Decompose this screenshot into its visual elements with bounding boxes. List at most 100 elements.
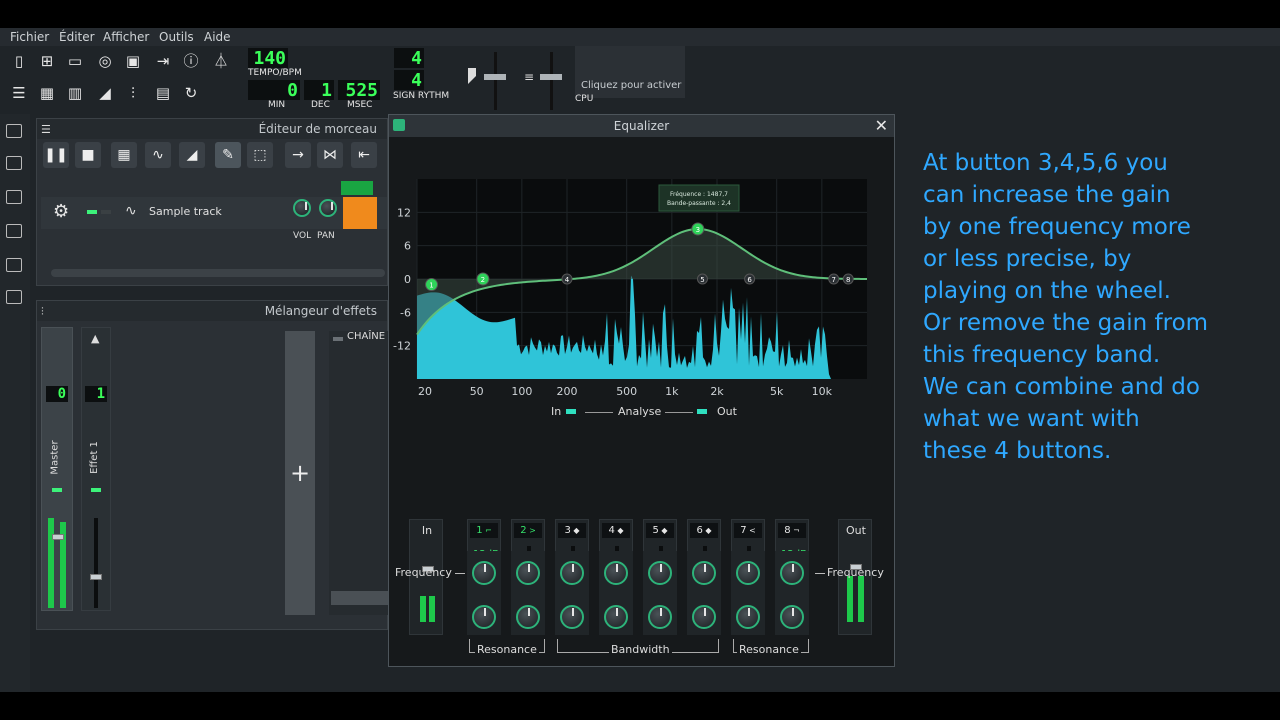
master-volume-slider[interactable]	[494, 52, 497, 110]
close-icon[interactable]: ✕	[875, 116, 888, 135]
piano-roll-icon[interactable]: ▥	[64, 82, 86, 104]
song-editor-scrollbar[interactable]	[51, 269, 385, 277]
band-7-resonance-knob[interactable]	[736, 605, 760, 629]
add-automation-track-button[interactable]: ◢	[179, 142, 205, 168]
eq-node-1[interactable]: 1	[425, 278, 439, 292]
timeline-marker[interactable]	[341, 181, 373, 195]
master-channel[interactable]: 0 Master	[41, 327, 73, 611]
time-sig-denominator[interactable]: 4	[394, 70, 424, 91]
band-4-bandwidth-knob[interactable]	[604, 605, 628, 629]
eq-node-5[interactable]: 5	[696, 273, 708, 285]
new-file-icon[interactable]: ▯	[8, 50, 30, 72]
fx-chain-scrollbar[interactable]	[331, 591, 389, 605]
auto-scroll-button[interactable]: →	[285, 142, 311, 168]
add-beat-track-button[interactable]: ▦	[111, 142, 137, 168]
draw-mode-button[interactable]: ✎	[215, 142, 241, 168]
effect1-up-arrow-icon[interactable]: ▲	[91, 332, 99, 345]
samples-icon[interactable]	[6, 190, 22, 204]
track-name[interactable]: Sample track	[149, 205, 222, 218]
notes-icon[interactable]: ▤	[152, 82, 174, 104]
stop-button[interactable]: ■	[75, 142, 101, 168]
band-8-resonance-knob[interactable]	[780, 605, 804, 629]
automation-icon[interactable]: ◢	[94, 82, 116, 104]
projects-icon[interactable]	[6, 156, 22, 170]
stop-behaviour-button[interactable]: ⇤	[351, 142, 377, 168]
add-sample-track-button[interactable]: ∿	[145, 142, 171, 168]
caption-line: can increase the gain	[923, 182, 1171, 208]
eq-node-2[interactable]: 2	[476, 272, 490, 286]
track-volume-knob[interactable]	[293, 199, 311, 217]
band-6-bandwidth-knob[interactable]	[692, 605, 716, 629]
info-icon[interactable]: ⓘ	[180, 50, 202, 72]
eq-node-8[interactable]: 8	[842, 273, 854, 285]
track-settings-gear-icon[interactable]: ⚙	[53, 201, 69, 222]
track-sample-clip[interactable]	[343, 197, 377, 229]
master-pitch-handle[interactable]	[540, 74, 562, 80]
save-icon[interactable]: ▣	[122, 50, 144, 72]
band-8-frequency-knob[interactable]	[780, 561, 804, 585]
band-3-bandwidth-knob[interactable]	[560, 605, 584, 629]
pause-button[interactable]: ❚❚	[43, 142, 69, 168]
recent-icon[interactable]: ◎	[94, 50, 116, 72]
band-2-frequency-knob[interactable]	[516, 561, 540, 585]
open-folder-icon[interactable]: ▭	[64, 50, 86, 72]
eq-band-5-toggle[interactable]: 5 ◆	[646, 523, 674, 538]
eq-node-4[interactable]: 4	[561, 273, 573, 285]
eq-band-4-toggle[interactable]: 4 ◆	[602, 523, 630, 538]
eq-band-2-toggle[interactable]: 2 >	[514, 523, 542, 538]
band-2-resonance-knob[interactable]	[516, 605, 540, 629]
band-4-frequency-knob[interactable]	[604, 561, 628, 585]
add-channel-button[interactable]: +	[285, 331, 315, 615]
eq-band-3-toggle[interactable]: 3 ◆	[558, 523, 586, 538]
master-mute-led[interactable]	[52, 488, 62, 492]
band-1-resonance-knob[interactable]	[472, 605, 496, 629]
eq-band-7-toggle[interactable]: 7 <	[734, 523, 762, 538]
master-fader[interactable]	[52, 534, 64, 540]
master-volume-handle[interactable]	[484, 74, 506, 80]
eq-node-7[interactable]: 7	[828, 273, 840, 285]
track-pan-knob[interactable]	[319, 199, 337, 217]
analyse-label: Analyse	[618, 405, 662, 418]
effect1-mute-led[interactable]	[91, 488, 101, 492]
analyse-out-led[interactable]	[697, 409, 707, 414]
track-solo-led[interactable]	[101, 210, 111, 214]
metronome-icon[interactable]: ⏃	[210, 50, 232, 72]
band-7-frequency-knob[interactable]	[736, 561, 760, 585]
home-icon[interactable]	[6, 258, 22, 272]
band-6-frequency-knob[interactable]	[692, 561, 716, 585]
analyse-in-led[interactable]	[566, 409, 576, 414]
eq-band-8-toggle[interactable]: 8 ¬	[778, 523, 806, 538]
controller-rack-icon[interactable]: ↻	[180, 82, 202, 104]
eq-band-1-toggle[interactable]: 1 ⌐	[470, 523, 498, 538]
computer-icon[interactable]	[6, 290, 22, 304]
eq-node-3[interactable]: 3	[691, 222, 705, 236]
song-editor-icon[interactable]: ☰	[8, 82, 30, 104]
track-mute-led[interactable]	[87, 210, 97, 214]
mixer-icon[interactable]: ⫶	[122, 82, 144, 104]
menu-help[interactable]: Aide	[204, 30, 231, 44]
band-5-frequency-knob[interactable]	[648, 561, 672, 585]
band-1-frequency-knob[interactable]	[472, 561, 496, 585]
time-sig-numerator[interactable]: 4	[394, 48, 424, 69]
menu-edit[interactable]: Éditer	[59, 30, 95, 44]
menu-view[interactable]: Afficher	[103, 30, 149, 44]
new-template-icon[interactable]: ⊞	[36, 50, 58, 72]
band-5-bandwidth-knob[interactable]	[648, 605, 672, 629]
effect1-channel[interactable]: ▲ 1 Effet 1	[81, 327, 111, 611]
edit-mode-button[interactable]: ⬚	[247, 142, 273, 168]
fx-chain-toggle[interactable]	[333, 337, 343, 341]
export-icon[interactable]: ⇥	[152, 50, 174, 72]
master-pitch-slider[interactable]	[550, 52, 553, 110]
presets-icon[interactable]	[6, 224, 22, 238]
instrument-plugins-icon[interactable]	[6, 124, 22, 138]
effect1-fader[interactable]	[90, 574, 102, 580]
menu-file[interactable]: Fichier	[10, 30, 49, 44]
beat-editor-icon[interactable]: ▦	[36, 82, 58, 104]
tempo-display[interactable]: 140	[248, 48, 288, 69]
eq-band-6-toggle[interactable]: 6 ◆	[690, 523, 718, 538]
eq-graph[interactable]: 1234 5 6 7 8 1260-6-12 20 50 100 200 500 1k 2k 5k 10…	[389, 139, 894, 399]
menu-tools[interactable]: Outils	[159, 30, 194, 44]
band-3-frequency-knob[interactable]	[560, 561, 584, 585]
loop-points-button[interactable]: ⋈	[317, 142, 343, 168]
eq-node-6[interactable]: 6	[744, 273, 756, 285]
